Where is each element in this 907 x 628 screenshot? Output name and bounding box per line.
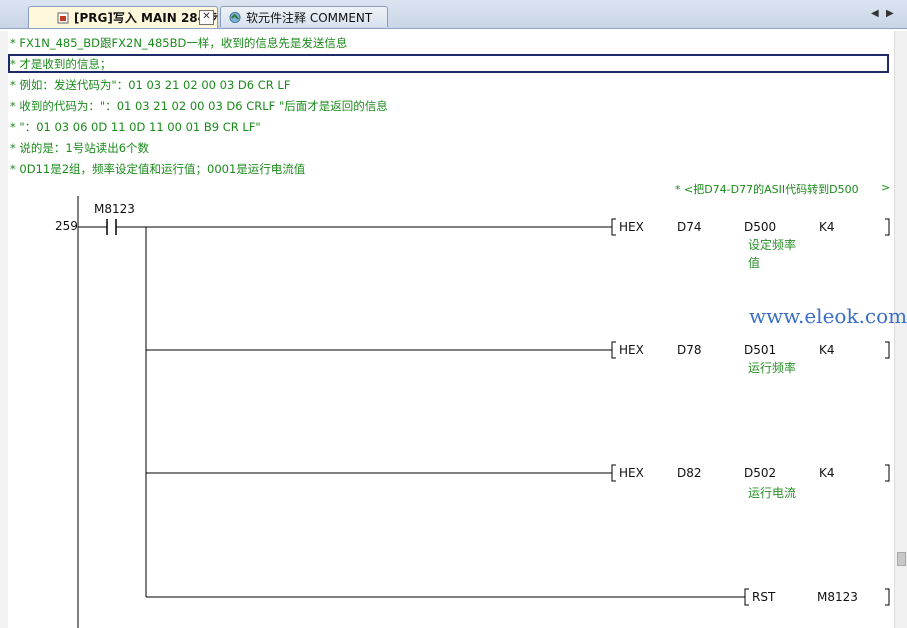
contact-device[interactable]: M8123 [94, 202, 135, 216]
device-comment: 值 [748, 256, 761, 270]
instruction-hex[interactable]: HEX [619, 220, 644, 234]
instr-bracket-left [611, 218, 616, 236]
instr-bracket-left [744, 588, 749, 606]
instruction-rst[interactable]: RST [752, 590, 775, 604]
operand-dest[interactable]: D502 [744, 466, 776, 480]
instr-bracket-left [611, 464, 616, 482]
instr-bracket-right [885, 588, 890, 606]
instr-bracket-right [885, 464, 890, 482]
operand-source[interactable]: D78 [677, 343, 702, 357]
operand-rst-device[interactable]: M8123 [817, 590, 858, 604]
device-comment: 运行频率 [748, 361, 797, 375]
operand-dest[interactable]: D500 [744, 220, 776, 234]
operand-source[interactable]: D82 [677, 466, 702, 480]
instr-bracket-right [885, 218, 890, 236]
operand-dest[interactable]: D501 [744, 343, 776, 357]
instr-bracket-right [885, 341, 890, 359]
operand-k[interactable]: K4 [819, 343, 835, 357]
operand-k[interactable]: K4 [819, 466, 835, 480]
instr-bracket-left [611, 341, 616, 359]
instruction-hex[interactable]: HEX [619, 343, 644, 357]
instruction-hex[interactable]: HEX [619, 466, 644, 480]
device-comment: 设定频率 [748, 238, 797, 252]
operand-source[interactable]: D74 [677, 220, 702, 234]
operand-k[interactable]: K4 [819, 220, 835, 234]
watermark: www.eleok.com [749, 304, 907, 328]
step-number: 259 [55, 219, 78, 233]
device-comment: 运行电流 [748, 486, 797, 500]
